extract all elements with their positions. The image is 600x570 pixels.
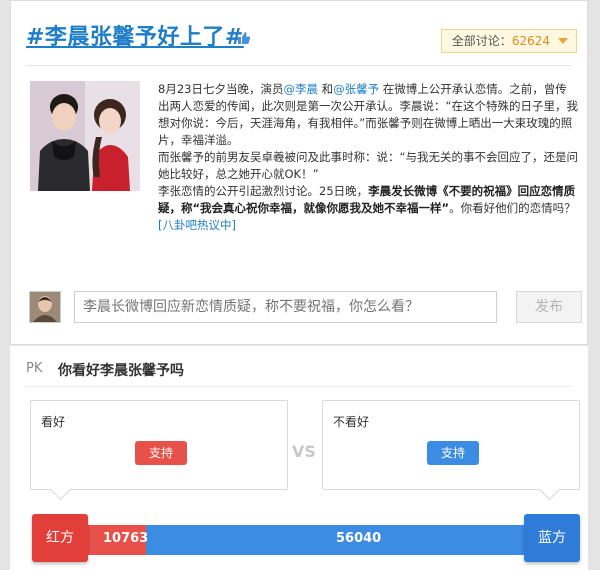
vote-progress-bar: 10763 56040 (36, 525, 574, 555)
topic-card: #李晨张馨予好上了# 全部讨论：62624 8月23日七夕当晚，演员@李晨 和@… (10, 0, 588, 345)
support-blue-button[interactable]: 支持 (427, 441, 479, 465)
thumbs-up-icon[interactable] (237, 31, 251, 45)
mention-link[interactable]: @李晨 (283, 82, 318, 96)
pointer-arrow (49, 478, 72, 501)
couple-photo[interactable] (30, 81, 140, 191)
dropdown-arrow-icon (558, 38, 568, 44)
discussion-count-badge[interactable]: 全部讨论：62624 (440, 29, 577, 53)
article-paragraph-2: 而张馨予的前男友吴卓羲被问及此事时称：说：“与我无关的事不会回应了，还是问她比较… (158, 150, 578, 181)
blue-side-label: 蓝方 (524, 514, 580, 562)
article-paragraph-3: 李张恋情的公开引起激烈讨论。25日晚，李晨发长微博《不要的祝福》回应恋情质疑，称… (158, 184, 576, 232)
avatar[interactable] (29, 291, 61, 323)
comment-row: 发布 (26, 291, 582, 325)
publish-button[interactable]: 发布 (516, 291, 582, 323)
pointer-arrow (538, 478, 561, 501)
red-side-label: 红方 (32, 514, 88, 562)
topic-title[interactable]: #李晨张馨予好上了# (26, 19, 244, 51)
divider (26, 386, 572, 387)
mention-link[interactable]: @张馨予 (333, 82, 379, 96)
vote-label-support: 看好 (41, 415, 66, 429)
pk-question: 你看好李晨张馨予吗 (58, 363, 184, 379)
blue-vote-count: 56040 (336, 531, 382, 546)
divider (26, 65, 572, 66)
discussion-label: 全部讨论： (451, 34, 512, 48)
article-text: 8月23日七夕当晚，演员@李晨 和@张馨予 在微博上公开承认恋情。之前，曾传出两… (158, 81, 578, 234)
pk-section: PK 你看好李晨张馨予吗 看好 支持 VS 不看好 支持 10763 56040… (10, 346, 588, 570)
support-red-button[interactable]: 支持 (135, 441, 187, 465)
vs-label: VS (292, 442, 316, 461)
vote-label-oppose: 不看好 (333, 415, 370, 429)
source-link[interactable]: [八卦吧热议中] (158, 218, 236, 232)
vote-box-support: 看好 支持 (30, 400, 288, 501)
comment-input[interactable] (74, 291, 497, 323)
vote-box-oppose: 不看好 支持 (322, 400, 580, 501)
red-vote-count: 10763 (103, 531, 149, 546)
article-paragraph-1: 8月23日七夕当晚，演员@李晨 和@张馨予 在微博上公开承认恋情。之前，曾传出两… (158, 82, 578, 147)
discussion-count: 62624 (511, 34, 550, 48)
pk-label: PK (26, 361, 43, 376)
